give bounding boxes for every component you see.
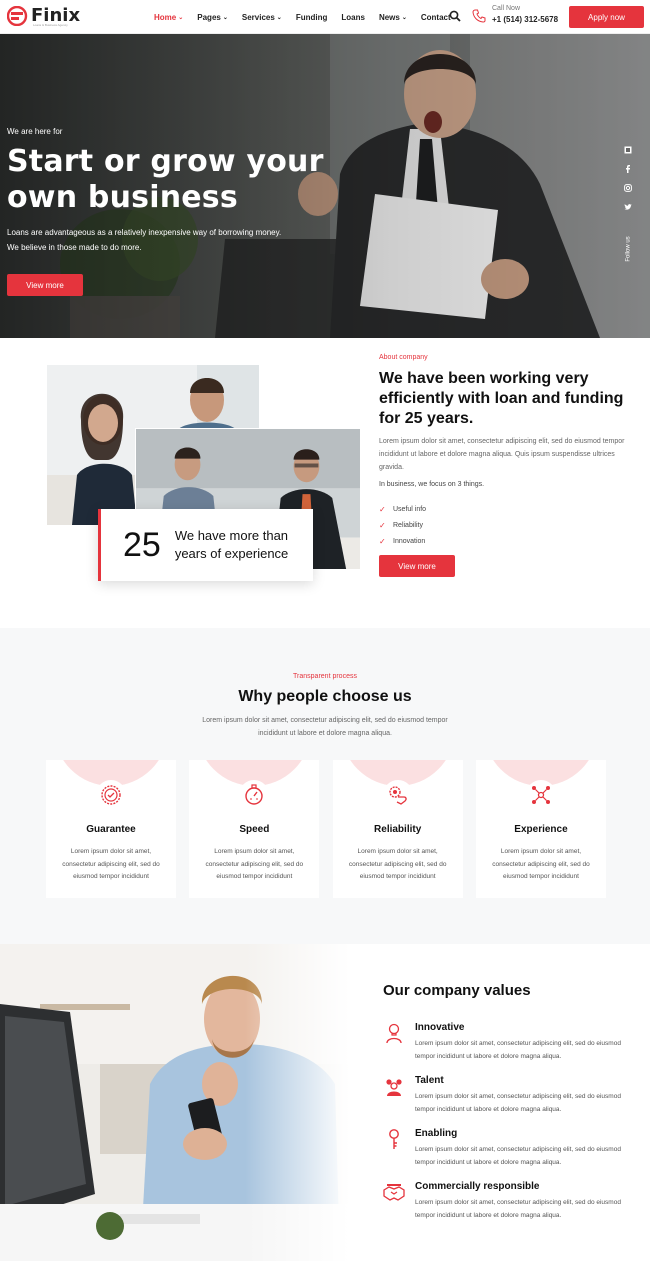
card-title: Speed xyxy=(239,824,270,835)
chevron-down-icon: ⌄ xyxy=(222,14,228,21)
values-title: Our company values xyxy=(383,982,531,999)
main-nav: Home ⌄ Pages ⌄ Services ⌄ Funding Loans New… xyxy=(154,0,465,34)
key-icon xyxy=(389,1129,399,1149)
feature-card-speed: Speed Lorem ipsum dolor sit amet, consec… xyxy=(189,760,320,898)
value-text: Lorem ipsum dolor sit amet, consectetur … xyxy=(415,1040,621,1060)
man-with-phone-photo xyxy=(0,944,350,1261)
value-text: Lorem ipsum dolor sit amet, consectetur … xyxy=(415,1093,621,1113)
company-values-section: Our company values Innovative Lorem ipsu… xyxy=(0,944,650,1261)
team-icon xyxy=(386,1079,402,1096)
why-kicker: Transparent process xyxy=(293,673,357,680)
checklist-item: ✓ Innovation xyxy=(379,536,426,546)
nav-loans[interactable]: Loans xyxy=(341,13,365,22)
social-links xyxy=(622,146,634,222)
handshake-gear-icon xyxy=(388,786,407,805)
feature-card-experience: Experience Lorem ipsum dolor sit amet, c… xyxy=(475,760,606,898)
value-title: Commercially responsible xyxy=(415,1181,540,1192)
checklist-item: ✓ Reliability xyxy=(379,520,423,530)
why-choose-us-section: Transparent process Why people choose us… xyxy=(0,628,650,944)
card-title: Guarantee xyxy=(86,824,136,835)
checkmark-icon: ✓ xyxy=(379,504,386,514)
facebook-icon[interactable] xyxy=(624,165,632,173)
call-label: Call Now xyxy=(492,5,521,12)
feature-card-guarantee: Guarantee Lorem ipsum dolor sit amet, co… xyxy=(46,760,176,898)
logo-text: Finix xyxy=(31,5,81,26)
chevron-down-icon: ⌄ xyxy=(178,14,184,21)
card-text: Lorem ipsum dolor sit amet, consectetur … xyxy=(62,848,160,880)
checklist-item: ✓ Useful info xyxy=(379,504,427,514)
checkmark-icon: ✓ xyxy=(379,520,386,530)
value-title: Enabling xyxy=(415,1128,458,1139)
call-now[interactable]: Call Now +1 (514) 312-5678 xyxy=(472,5,558,24)
about-paragraph: Lorem ipsum dolor sit amet, consectetur … xyxy=(379,438,625,471)
why-subtitle: Lorem ipsum dolor sit amet, consectetur … xyxy=(202,717,448,737)
card-text: Lorem ipsum dolor sit amet, consectetur … xyxy=(205,848,304,880)
stopwatch-icon xyxy=(245,784,264,805)
about-focus: In business, we focus on 3 things. xyxy=(379,481,485,488)
nav-contact[interactable]: Contact xyxy=(421,13,451,22)
guarantee-badge-icon xyxy=(101,785,121,805)
card-title: Reliability xyxy=(374,824,422,835)
nav-pages[interactable]: Pages ⌄ xyxy=(197,13,228,22)
hero-description: Loans are advantageous as a relatively i… xyxy=(7,228,282,252)
card-text: Lorem ipsum dolor sit amet, consectetur … xyxy=(492,848,590,880)
experience-years: 25 xyxy=(123,525,161,564)
focus-checklist: ✓ Useful info ✓ Reliability ✓ Innovation xyxy=(379,501,426,549)
value-text: Lorem ipsum dolor sit amet, consectetur … xyxy=(415,1199,621,1219)
phone-icon xyxy=(472,9,486,23)
card-text: Lorem ipsum dolor sit amet, consectetur … xyxy=(348,848,447,880)
checkmark-icon: ✓ xyxy=(379,536,386,546)
nav-home[interactable]: Home ⌄ xyxy=(154,13,183,22)
value-text: Lorem ipsum dolor sit amet, consectetur … xyxy=(415,1146,621,1166)
about-title: We have been working very efficiently wi… xyxy=(379,370,624,427)
call-number: +1 (514) 312-5678 xyxy=(492,15,559,24)
logo-tagline: Loans & Business Agency xyxy=(33,23,68,27)
nav-funding[interactable]: Funding xyxy=(296,13,328,22)
chevron-down-icon: ⌄ xyxy=(276,14,282,21)
experience-card: 25 We have more than years of experience xyxy=(98,509,313,581)
lightbulb-person-icon xyxy=(386,1023,402,1044)
instagram-icon[interactable] xyxy=(624,184,632,192)
apply-now-button[interactable]: Apply now xyxy=(569,6,644,28)
logo[interactable]: Finix Loans & Business Agency xyxy=(7,5,81,27)
site-header: Finix Loans & Business Agency Home ⌄ Page… xyxy=(0,0,650,34)
nav-news[interactable]: News ⌄ xyxy=(379,13,407,22)
chevron-down-icon: ⌄ xyxy=(401,14,407,21)
feature-card-reliability: Reliability Lorem ipsum dolor sit amet, … xyxy=(332,760,463,898)
feature-cards: Guarantee Lorem ipsum dolor sit amet, co… xyxy=(46,760,606,898)
about-section: 25 We have more than years of experience… xyxy=(0,338,650,628)
about-view-more-button[interactable]: View more xyxy=(379,555,455,577)
follow-us-label: Follow us xyxy=(625,236,632,262)
nav-services[interactable]: Services ⌄ xyxy=(242,13,282,22)
hero-view-more-button[interactable]: View more xyxy=(7,274,83,296)
hero-section: We are here for Start or grow your own b… xyxy=(0,34,650,338)
search-icon[interactable] xyxy=(449,10,461,22)
finix-logo-icon xyxy=(7,6,28,26)
value-title: Talent xyxy=(415,1075,444,1086)
network-icon xyxy=(531,786,550,804)
hero-title: Start or grow your own business xyxy=(7,144,324,215)
twitter-icon[interactable] xyxy=(624,203,632,211)
card-title: Experience xyxy=(514,824,568,835)
handshake-icon xyxy=(383,1184,405,1201)
value-title: Innovative xyxy=(415,1022,465,1033)
why-title: Why people choose us xyxy=(238,688,412,705)
experience-text: We have more than years of experience xyxy=(174,528,289,561)
square-icon[interactable] xyxy=(624,146,632,154)
about-kicker: About company xyxy=(379,354,428,361)
hero-kicker: We are here for xyxy=(7,127,63,136)
